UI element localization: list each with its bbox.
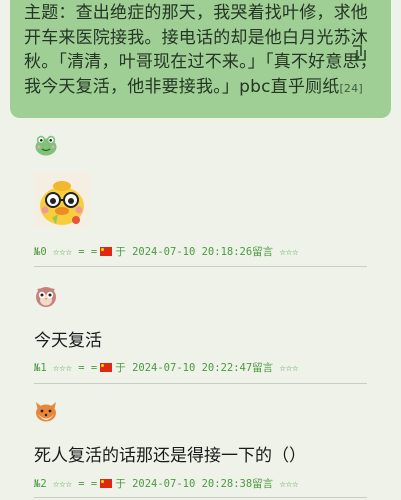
topic-banner: 主题：查出绝症的那天，我哭着找叶修，求他开车来医院接我。接电话的却是他白月光苏沐… bbox=[10, 0, 391, 118]
duck-sticker bbox=[34, 172, 90, 228]
post-number[interactable]: №2 bbox=[34, 478, 47, 490]
stars-right: ☆☆☆ bbox=[279, 361, 299, 374]
fox-avatar[interactable] bbox=[34, 399, 367, 423]
china-flag-icon bbox=[100, 247, 113, 256]
post-number[interactable]: №1 bbox=[34, 362, 47, 374]
topic-text: 主题：查出绝症的那天，我哭着找叶修，求他开车来医院接我。接电话的却是他白月光苏沐… bbox=[24, 3, 377, 97]
post-2 bbox=[34, 399, 367, 423]
post-meta-2: №2 ☆☆☆ = = 于 2024-07-10 20:28:38留言 ☆☆☆ bbox=[34, 476, 298, 491]
post-0 bbox=[34, 133, 367, 157]
post-text: 死人复活的话那还是得接一下的（） bbox=[34, 446, 306, 466]
post-meta-1: №1 ☆☆☆ = = 于 2024-07-10 20:22:47留言 ☆☆☆ bbox=[34, 360, 298, 375]
post-datetime: 2024-07-10 20:22:47留言 bbox=[132, 362, 274, 374]
reply-count: [24] bbox=[339, 81, 363, 95]
stars-left: ☆☆☆ bbox=[52, 245, 72, 258]
post-text: 今天复活 bbox=[34, 331, 102, 351]
at-label: 于 bbox=[115, 478, 126, 490]
stars-right: ☆☆☆ bbox=[279, 245, 299, 258]
stars-left: ☆☆☆ bbox=[52, 477, 72, 490]
divider bbox=[34, 266, 367, 267]
divider bbox=[34, 497, 367, 498]
post-datetime: 2024-07-10 20:18:26留言 bbox=[132, 246, 274, 258]
post-datetime: 2024-07-10 20:28:38留言 bbox=[132, 478, 274, 490]
at-label: 于 bbox=[115, 246, 126, 258]
eq-mark: = = bbox=[78, 477, 98, 490]
eq-mark: = = bbox=[78, 361, 98, 374]
stars-left: ☆☆☆ bbox=[52, 361, 72, 374]
post-1 bbox=[34, 284, 367, 308]
post-meta-0: №0 ☆☆☆ = = 于 2024-07-10 20:18:26留言 ☆☆☆ bbox=[34, 244, 298, 259]
china-flag-icon bbox=[100, 363, 113, 372]
divider bbox=[34, 383, 367, 384]
at-label: 于 bbox=[115, 362, 126, 374]
stars-right: ☆☆☆ bbox=[279, 477, 299, 490]
owl-avatar[interactable] bbox=[34, 284, 367, 308]
post-number[interactable]: №0 bbox=[34, 246, 47, 258]
frog-avatar[interactable] bbox=[34, 133, 367, 157]
china-flag-icon bbox=[100, 479, 113, 488]
eq-mark: = = bbox=[78, 245, 98, 258]
return-icon[interactable] bbox=[351, 44, 367, 62]
